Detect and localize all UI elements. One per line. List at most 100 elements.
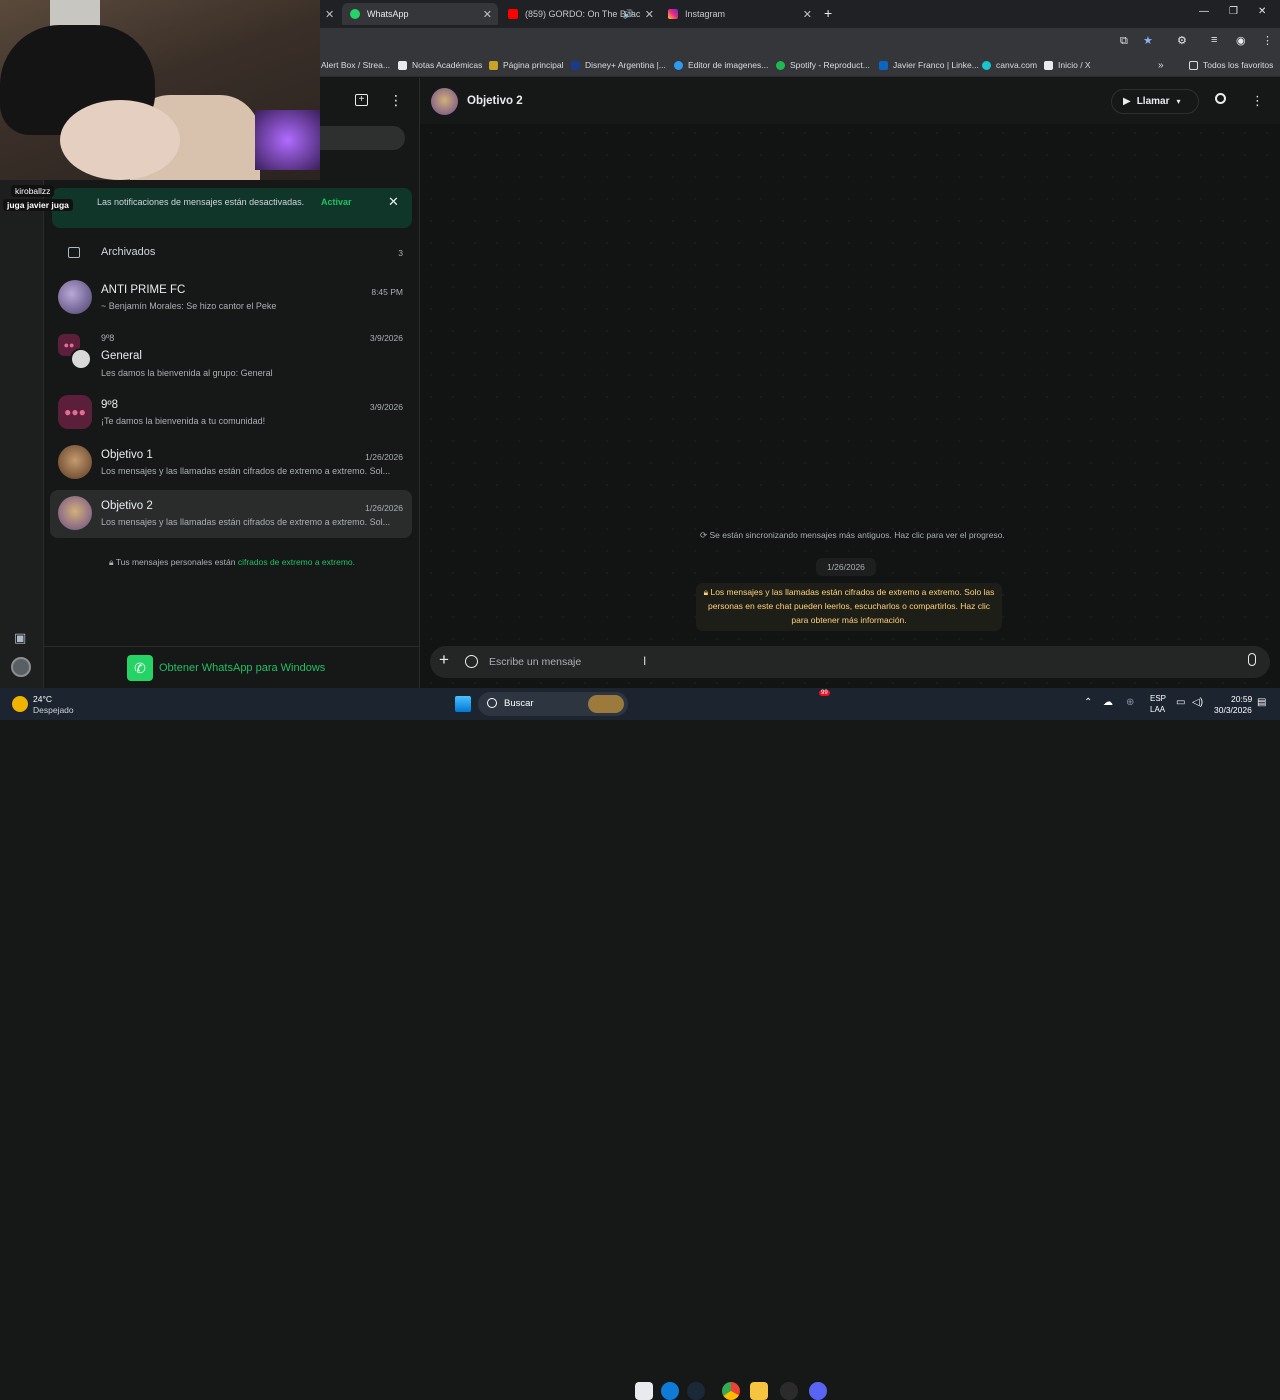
message-input[interactable]: Escribe un mensaje (489, 656, 581, 668)
browser-menu-icon[interactable]: ⋮ (1262, 34, 1273, 47)
install-app-icon[interactable]: ⧉ (1120, 35, 1128, 48)
streamer-name: kiroballzz (11, 185, 55, 197)
avatar[interactable] (431, 88, 458, 115)
tab-instagram[interactable]: Instagram ✕ (660, 3, 818, 25)
speaker-icon[interactable]: 🔊 (623, 9, 634, 20)
x-icon (1044, 60, 1053, 70)
more-bookmarks-icon[interactable]: » (1158, 60, 1164, 71)
notifications-icon[interactable]: ▤ (1257, 697, 1266, 708)
close-tab-icon[interactable]: ✕ (645, 8, 654, 21)
lock-icon: 🔒︎ (703, 587, 709, 597)
weather-desc[interactable]: Despejado (33, 705, 74, 715)
steam-icon[interactable] (687, 1382, 705, 1400)
spotify-icon (776, 60, 785, 70)
chat-row-objetivo-1[interactable]: Objetivo 1 Los mensajes y las llamadas e… (50, 439, 412, 487)
bookmark-item[interactable]: Disney+ Argentina |... (571, 60, 666, 70)
canva-icon (982, 60, 991, 70)
file-icon[interactable] (635, 1382, 653, 1400)
whatsapp-icon: ✆ (127, 655, 153, 681)
obs-icon[interactable] (780, 1382, 798, 1400)
lang-top[interactable]: ESP (1150, 694, 1166, 703)
face-image (60, 100, 180, 180)
close-tab-icon[interactable]: ✕ (803, 8, 812, 21)
cloud-icon[interactable]: ☁ (1103, 697, 1113, 708)
activate-link[interactable]: Activar (321, 197, 352, 207)
call-button[interactable]: ▶ Llamar ▾ (1111, 89, 1199, 114)
encryption-note-text: Tus mensajes personales están (115, 557, 236, 567)
close-tab-icon[interactable]: ✕ (483, 8, 492, 21)
discord-icon[interactable] (809, 1382, 827, 1400)
chat-row-general[interactable]: ●● 3/9/2026 9º8 General Les damos la bie… (50, 328, 412, 382)
bookmark-item[interactable]: Spotify - Reproduct... (776, 60, 870, 70)
chat-name: 9º8 (101, 399, 118, 411)
tab-youtube[interactable]: (859) GORDO: On The Beac 🔊 ✕ (500, 3, 660, 25)
page-icon (489, 60, 498, 70)
clock-time[interactable]: 20:59 (1231, 694, 1252, 704)
sticker-icon[interactable] (465, 655, 478, 668)
media-icon[interactable]: ▣ (14, 630, 26, 646)
bookmark-item[interactable]: Editor de imagenes... (674, 60, 768, 70)
new-chat-icon[interactable]: + (355, 94, 368, 106)
encryption-banner[interactable]: 🔒︎ Los mensajes y las llamadas están cif… (696, 583, 1002, 631)
encryption-link[interactable]: cifrados de extremo a extremo. (238, 557, 355, 567)
media-control-icon[interactable]: ≡ (1211, 34, 1217, 46)
close-tab-icon[interactable]: ✕ (325, 8, 334, 21)
chat-row-community[interactable]: ●●● 9º8 ¡Te damos la bienvenida a tu com… (50, 389, 412, 437)
chat-header[interactable]: Objetivo 2 ▶ Llamar ▾ ⋮ (420, 78, 1280, 124)
menu-icon[interactable]: ⋮ (1251, 93, 1264, 109)
sync-notice[interactable]: ⟳ Se están sincronizando mensajes más an… (700, 530, 1005, 541)
extensions-icon[interactable]: ⚙ (1177, 34, 1187, 47)
avatar[interactable] (11, 657, 31, 677)
close-icon[interactable]: ✕ (388, 194, 399, 210)
date-chip: 1/26/2026 (816, 558, 876, 576)
chat-title[interactable]: Objetivo 2 (467, 95, 523, 107)
volume-icon[interactable]: ◁) (1192, 697, 1203, 708)
edge-icon[interactable] (661, 1382, 679, 1400)
restore-icon[interactable]: ❐ (1229, 6, 1238, 17)
minimize-icon[interactable]: — (1199, 6, 1209, 17)
lang-bottom[interactable]: LAA (1150, 705, 1165, 714)
call-label: Llamar (1136, 96, 1170, 107)
notifications-banner: Las notificaciones de mensajes están des… (52, 188, 412, 228)
chrome-icon[interactable] (722, 1382, 740, 1400)
chat-preview: Los mensajes y las llamadas están cifrad… (101, 517, 391, 527)
bookmark-item[interactable]: Javier Franco | Linke... (879, 60, 979, 70)
all-favorites-button[interactable]: Todos los favoritos (1189, 60, 1273, 70)
clock-date[interactable]: 30/3/2026 (1214, 705, 1252, 715)
weather-temp[interactable]: 24°C (33, 694, 52, 704)
chat-row-anti-prime-fc[interactable]: ANTI PRIME FC ~ Benjamín Morales: Se hiz… (50, 274, 412, 322)
lock-icon[interactable]: ⊕ (1126, 697, 1134, 708)
tab-whatsapp[interactable]: WhatsApp ✕ (342, 3, 498, 25)
bookmark-star-icon[interactable]: ★ (1143, 34, 1153, 47)
document-icon (398, 60, 407, 70)
windows-start-icon[interactable] (455, 696, 471, 712)
lock-icon: 🔒︎ (109, 557, 114, 567)
new-tab-icon[interactable]: + (824, 5, 832, 21)
bookmark-item[interactable]: Inicio / X (1044, 60, 1091, 70)
search-icon[interactable] (1215, 93, 1226, 104)
close-window-icon[interactable]: ✕ (1258, 6, 1266, 17)
profile-icon[interactable]: ◉ (1236, 34, 1246, 47)
bookmark-item[interactable]: Página principal (489, 60, 563, 70)
bookmark-item[interactable]: Notas Académicas (398, 60, 482, 70)
disney-icon (571, 60, 580, 70)
chat-name: Objetivo 1 (101, 449, 153, 461)
network-icon[interactable]: ▭ (1176, 697, 1185, 708)
chat-row-objetivo-2[interactable]: Objetivo 2 Los mensajes y las llamadas e… (50, 490, 412, 538)
get-app-link[interactable]: ✆ Obtener WhatsApp para Windows (127, 655, 325, 681)
bookmark-item[interactable]: Alert Box / Strea... (321, 60, 390, 70)
bookmark-item[interactable]: canva.com (982, 60, 1037, 70)
menu-icon[interactable]: ⋮ (389, 92, 403, 109)
microphone-icon[interactable] (1248, 653, 1256, 666)
attach-plus-icon[interactable]: + (439, 650, 449, 670)
encryption-note: 🔒︎ Tus mensajes personales están cifrado… (44, 557, 420, 568)
avatar (58, 280, 92, 314)
chat-preview: Los mensajes y las llamadas están cifrad… (101, 466, 391, 476)
folder-icon[interactable] (750, 1382, 768, 1400)
taskbar-search[interactable]: Buscar (478, 692, 628, 716)
webcam-overlay (0, 0, 320, 180)
chevron-up-icon[interactable]: ⌃ (1084, 697, 1092, 708)
taskbar: 24°C Despejado Buscar 99 ⌃ ☁ ⊕ ESP LAA ▭… (0, 688, 1280, 1400)
tab-label: WhatsApp (367, 9, 409, 19)
archived-row[interactable]: Archivados 3 (50, 238, 412, 268)
